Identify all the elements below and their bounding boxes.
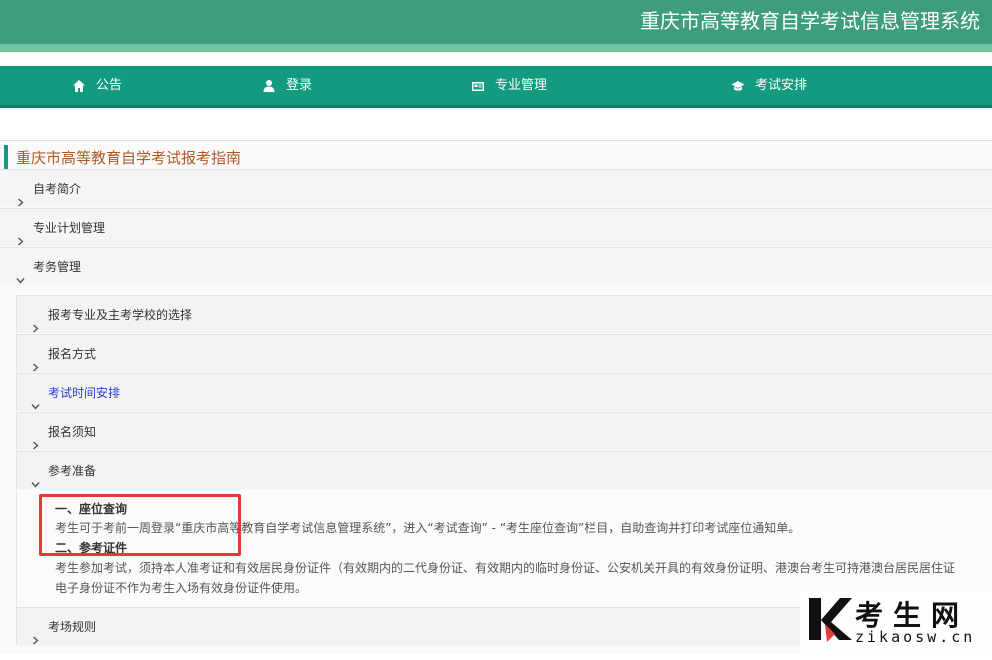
nav-item-label: 公告 xyxy=(96,78,123,93)
graduation-cap-icon xyxy=(731,80,745,91)
accordion-item-registration-notice[interactable]: 报名须知 xyxy=(16,412,992,450)
accordion-item-major-selection[interactable]: 报考专业及主考学校的选择 xyxy=(16,295,992,333)
chevron-down-icon xyxy=(31,466,40,488)
site-header: 重庆市高等教育自学考试信息管理系统 xyxy=(0,0,992,52)
nav-item-exam-schedule[interactable]: 考试安排 xyxy=(731,66,807,105)
chevron-right-icon xyxy=(31,349,40,372)
accordion-label: 报名须知 xyxy=(48,425,97,439)
accordion-label: 参考准备 xyxy=(48,464,97,478)
chevron-down-icon xyxy=(16,262,25,284)
nav-item-announcements[interactable]: 公告 xyxy=(72,66,122,105)
accordion-item-registration-method[interactable]: 报名方式 xyxy=(16,334,992,372)
watermark: 考生网 zikaosw.cn xyxy=(800,592,992,653)
chevron-right-icon xyxy=(16,184,25,207)
accordion-item-exam-preparation[interactable]: 参考准备 xyxy=(16,451,992,489)
documents-paragraph-continued: 电子身份证不作为考生入场有效身份证件使用。 xyxy=(55,581,308,595)
chevron-right-icon xyxy=(31,427,40,450)
main-nav: 公告 登录 专业管理 考试安排 xyxy=(0,66,992,108)
accordion-label: 考务管理 xyxy=(33,260,82,274)
nav-item-label: 专业管理 xyxy=(495,78,548,93)
nav-item-label: 登录 xyxy=(286,78,313,93)
newspaper-icon xyxy=(472,81,484,91)
accordion-item-exam-timetable[interactable]: 考试时间安排 xyxy=(16,373,992,411)
highlight-box xyxy=(39,494,241,556)
accordion-label: 报名方式 xyxy=(48,347,97,361)
user-icon xyxy=(263,79,275,92)
nav-item-label: 考试安排 xyxy=(755,78,808,93)
accordion-label: 考试时间安排 xyxy=(48,386,121,400)
chevron-right-icon xyxy=(31,310,40,333)
guide-title: 重庆市高等教育自学考试报考指南 xyxy=(4,145,992,171)
accordion-item-intro[interactable]: 自考简介 xyxy=(0,169,992,207)
documents-paragraph: 考生参加考试，须持本人准考证和有效居民身份证件（有效期内的二代身份证、有效期内的… xyxy=(55,561,956,575)
chevron-right-icon xyxy=(16,223,25,246)
nav-item-login[interactable]: 登录 xyxy=(262,66,312,105)
accordion-item-program-plan[interactable]: 专业计划管理 xyxy=(0,208,992,246)
accordion-label: 考场规则 xyxy=(48,620,97,634)
watermark-text-en: zikaosw.cn xyxy=(855,628,976,646)
chevron-down-icon xyxy=(31,388,40,410)
nav-item-major-management[interactable]: 专业管理 xyxy=(471,66,547,105)
site-title: 重庆市高等教育自学考试信息管理系统 xyxy=(640,9,980,33)
home-icon xyxy=(73,79,85,92)
accordion-item-exam-affairs[interactable]: 考务管理 xyxy=(0,247,992,285)
accordion-label: 自考简介 xyxy=(33,182,82,196)
logo-k-icon xyxy=(809,598,852,642)
accordion-label: 报考专业及主考学校的选择 xyxy=(48,308,193,322)
chevron-right-icon xyxy=(31,622,40,645)
accordion-label: 专业计划管理 xyxy=(33,221,106,235)
